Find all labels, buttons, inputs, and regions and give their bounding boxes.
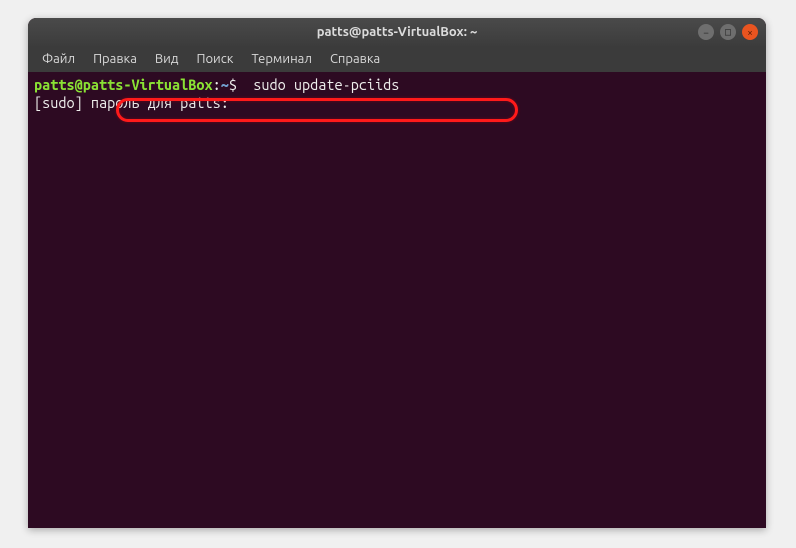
maximize-button[interactable]: □ (720, 24, 736, 40)
menu-help[interactable]: Справка (322, 48, 388, 70)
terminal-line-2: [sudo] пароль для patts: (34, 94, 760, 112)
prompt-path: ~ (221, 76, 229, 93)
menu-file[interactable]: Файл (34, 48, 83, 70)
menu-search[interactable]: Поиск (188, 48, 241, 70)
minimize-button[interactable]: − (698, 24, 714, 40)
prompt-symbol: $ (229, 76, 237, 93)
prompt-colon: : (213, 76, 221, 93)
menu-edit[interactable]: Правка (85, 48, 145, 70)
close-button[interactable]: × (742, 24, 758, 40)
menu-terminal[interactable]: Терминал (243, 48, 319, 70)
sudo-prompt: пароль для patts: (91, 94, 237, 111)
terminal-body[interactable]: patts@patts-VirtualBox:~$ sudo update-pc… (28, 72, 766, 528)
window-title: patts@patts-VirtualBox: ~ (317, 25, 478, 39)
command-text: sudo update-pciids (237, 76, 399, 93)
sudo-prefix: [sudo] (34, 94, 91, 111)
menubar: Файл Правка Вид Поиск Терминал Справка (28, 46, 766, 72)
terminal-line-1: patts@patts-VirtualBox:~$ sudo update-pc… (34, 76, 760, 94)
maximize-icon: □ (725, 26, 731, 38)
close-icon: × (747, 27, 753, 38)
terminal-window: patts@patts-VirtualBox: ~ − □ × Файл Пра… (28, 18, 766, 528)
titlebar[interactable]: patts@patts-VirtualBox: ~ − □ × (28, 18, 766, 46)
window-controls: − □ × (698, 24, 758, 40)
menu-view[interactable]: Вид (147, 48, 187, 70)
minimize-icon: − (703, 27, 709, 38)
prompt-user-host: patts@patts-VirtualBox (34, 76, 213, 93)
